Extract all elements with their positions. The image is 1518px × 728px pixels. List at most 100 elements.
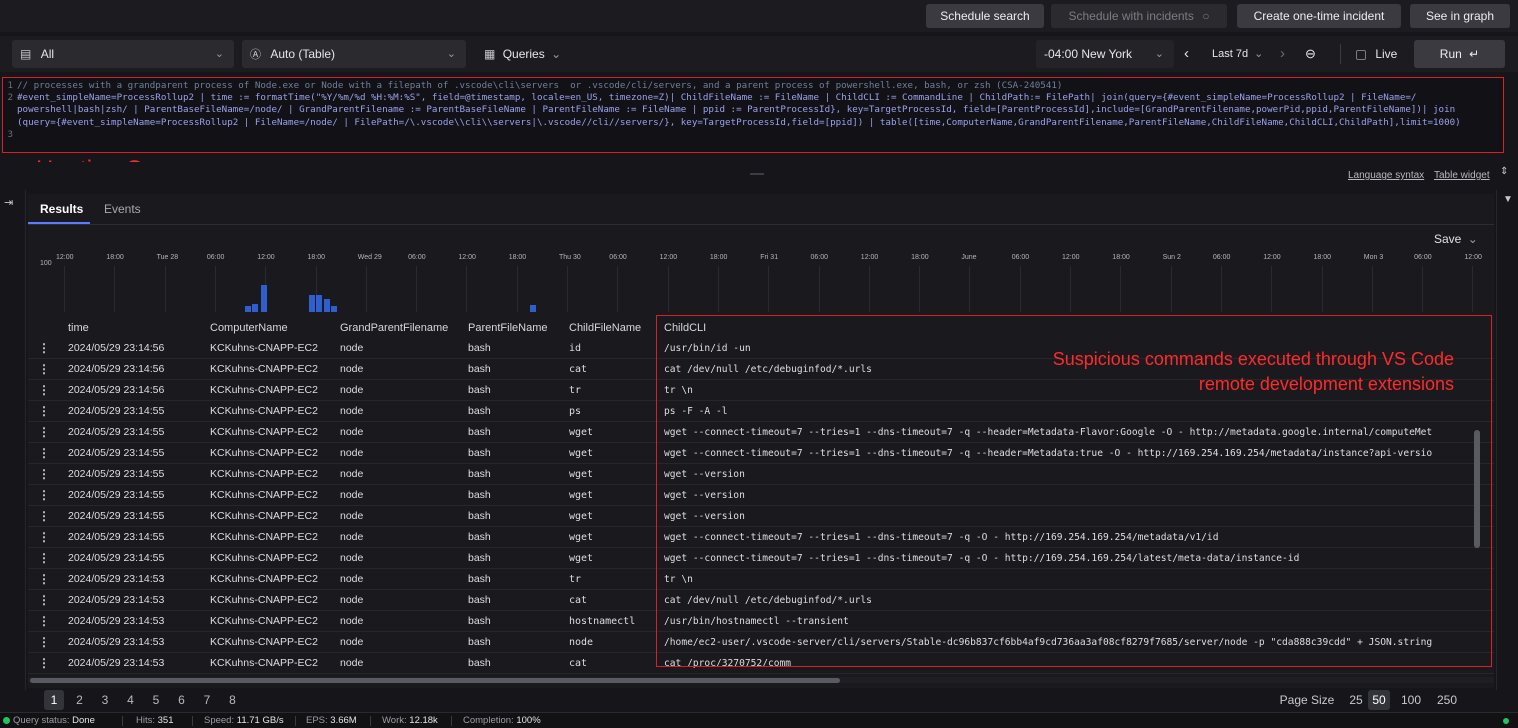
page-3[interactable]: 3 <box>95 690 115 710</box>
table-cell-computername: KCKuhns-CNAPP-EC2 <box>210 447 318 459</box>
table-widget-link[interactable]: Table widget <box>1434 170 1490 181</box>
table-cell-time: 2024/05/29 23:14:56 <box>68 384 165 396</box>
schedule-search-button[interactable]: Schedule search <box>926 4 1044 28</box>
histogram-bar[interactable] <box>309 295 315 312</box>
row-menu-icon[interactable]: ⋮ <box>38 509 50 523</box>
column-header[interactable]: GrandParentFilename <box>340 322 448 334</box>
query-text: (query={#event_simpleName=ProcessRollup2… <box>17 116 1461 128</box>
language-syntax-link[interactable]: Language syntax <box>1348 170 1424 181</box>
next-range-button[interactable]: › <box>1280 40 1285 68</box>
page-1[interactable]: 1 <box>44 690 64 710</box>
tab-results[interactable]: Results <box>40 202 83 216</box>
page-8[interactable]: 8 <box>223 690 243 710</box>
page-5[interactable]: 5 <box>146 690 166 710</box>
row-menu-icon[interactable]: ⋮ <box>38 467 50 481</box>
queries-menu[interactable]: ▦ Queries ⌄ <box>484 40 561 68</box>
row-menu-icon[interactable]: ⋮ <box>38 488 50 502</box>
page-2[interactable]: 2 <box>70 690 90 710</box>
table-cell-time: 2024/05/29 23:14:53 <box>68 615 165 627</box>
table-cell-parentfilename: bash <box>468 468 491 480</box>
column-header[interactable]: time <box>68 322 89 334</box>
page-size-25[interactable]: 25 <box>1346 690 1366 710</box>
page-size-50[interactable]: 50 <box>1368 690 1390 710</box>
chevron-down-icon: ⌄ <box>551 47 562 61</box>
table-cell-grandparentfilename: node <box>340 636 364 648</box>
table-cell-parentfilename: bash <box>468 573 491 585</box>
save-menu[interactable]: Save ⌄ <box>1434 232 1478 246</box>
repository-select[interactable]: ▤ All ⌄ <box>12 40 234 68</box>
row-menu-icon[interactable]: ⋮ <box>38 551 50 565</box>
row-menu-icon[interactable]: ⋮ <box>38 425 50 439</box>
schedule-with-incidents-button[interactable]: Schedule with incidents ○ <box>1051 4 1227 28</box>
histogram-bar[interactable] <box>324 299 330 312</box>
table-cell-grandparentfilename: node <box>340 615 364 627</box>
previous-range-button[interactable]: ‹ <box>1184 40 1189 68</box>
page-4[interactable]: 4 <box>121 690 141 710</box>
drag-handle[interactable] <box>750 173 764 175</box>
time-range-select[interactable]: Last 7d ⌄ <box>1212 40 1263 68</box>
table-cell-childfilename: wget <box>569 469 594 480</box>
table-cell-computername: KCKuhns-CNAPP-EC2 <box>210 342 318 354</box>
row-menu-icon[interactable]: ⋮ <box>38 446 50 460</box>
queries-icon: ▦ <box>484 47 496 61</box>
table-cell-childfilename: ps <box>569 406 582 417</box>
page-6[interactable]: 6 <box>172 690 192 710</box>
table-cell-computername: KCKuhns-CNAPP-EC2 <box>210 594 318 606</box>
zoom-out-icon[interactable]: ⊖ <box>1305 40 1316 68</box>
expand-panel-icon[interactable]: ⇥ <box>4 196 13 209</box>
table-cell-time: 2024/05/29 23:14:55 <box>68 405 165 417</box>
row-menu-icon[interactable]: ⋮ <box>38 341 50 355</box>
live-toggle[interactable]: Live <box>1356 40 1397 68</box>
table-cell-childfilename: id <box>569 343 582 354</box>
page-7[interactable]: 7 <box>197 690 217 710</box>
event-histogram[interactable]: 100 12:00 18:00 Tue 28 06:00 12:00 18:00 Wed 2… <box>28 250 1492 314</box>
filter-icon[interactable]: ▼ <box>1503 194 1513 205</box>
collapse-icon[interactable]: ⇕ <box>1500 166 1508 177</box>
view-value: Auto (Table) <box>270 47 336 61</box>
line-number: 1 <box>7 80 13 91</box>
row-menu-icon[interactable]: ⋮ <box>38 614 50 628</box>
table-cell-parentfilename: bash <box>468 405 491 417</box>
histogram-gridline <box>1019 266 1021 312</box>
horizontal-scrollbar[interactable] <box>30 678 840 683</box>
row-menu-icon[interactable]: ⋮ <box>38 593 50 607</box>
row-menu-icon[interactable]: ⋮ <box>38 530 50 544</box>
create-incident-button[interactable]: Create one-time incident <box>1237 4 1401 28</box>
row-menu-icon[interactable]: ⋮ <box>38 656 50 670</box>
histogram-gridline <box>919 266 921 312</box>
histogram-bar[interactable] <box>261 285 267 312</box>
column-header[interactable]: ChildFileName <box>569 322 641 334</box>
row-menu-icon[interactable]: ⋮ <box>38 635 50 649</box>
table-cell-childfilename: node <box>569 637 594 648</box>
tab-divider <box>28 224 1494 225</box>
vertical-scrollbar[interactable] <box>1474 430 1480 548</box>
histogram-bar[interactable] <box>331 305 337 312</box>
run-button[interactable]: Run ↵ <box>1414 40 1505 68</box>
line-number: 2 <box>7 92 13 104</box>
table-cell-childfilename: wget <box>569 490 594 501</box>
column-header[interactable]: ParentFileName <box>468 322 547 334</box>
view-select[interactable]: Ⓐ Auto (Table) ⌄ <box>242 40 466 68</box>
page-size-250[interactable]: 250 <box>1432 690 1462 710</box>
repository-value: All <box>40 47 55 61</box>
row-menu-icon[interactable]: ⋮ <box>38 383 50 397</box>
histogram-bar[interactable] <box>530 304 536 312</box>
histogram-bar[interactable] <box>245 306 251 312</box>
table-cell-parentfilename: bash <box>468 531 491 543</box>
histogram-tick-label: 12:00 <box>56 254 74 261</box>
tab-events[interactable]: Events <box>104 202 141 216</box>
see-in-graph-button[interactable]: See in graph <box>1410 4 1510 28</box>
histogram-tick-label: 06:00 <box>1011 254 1030 261</box>
row-menu-icon[interactable]: ⋮ <box>38 404 50 418</box>
row-menu-icon[interactable]: ⋮ <box>38 572 50 586</box>
timezone-value: -04:00 New York <box>1044 47 1133 61</box>
histogram-bar[interactable] <box>252 303 258 312</box>
editor-splitter[interactable]: Language syntax Table widget ⇕ <box>0 162 1518 186</box>
page-size-100[interactable]: 100 <box>1396 690 1426 710</box>
query-editor[interactable]: 1 // processes with a grandparent process… <box>2 77 1504 153</box>
timezone-select[interactable]: -04:00 New York ⌄ <box>1036 40 1174 68</box>
column-header[interactable]: ComputerName <box>210 322 288 334</box>
histogram-bar[interactable] <box>316 295 322 312</box>
histogram-tick-label: Fri 31 <box>760 254 779 261</box>
row-menu-icon[interactable]: ⋮ <box>38 362 50 376</box>
